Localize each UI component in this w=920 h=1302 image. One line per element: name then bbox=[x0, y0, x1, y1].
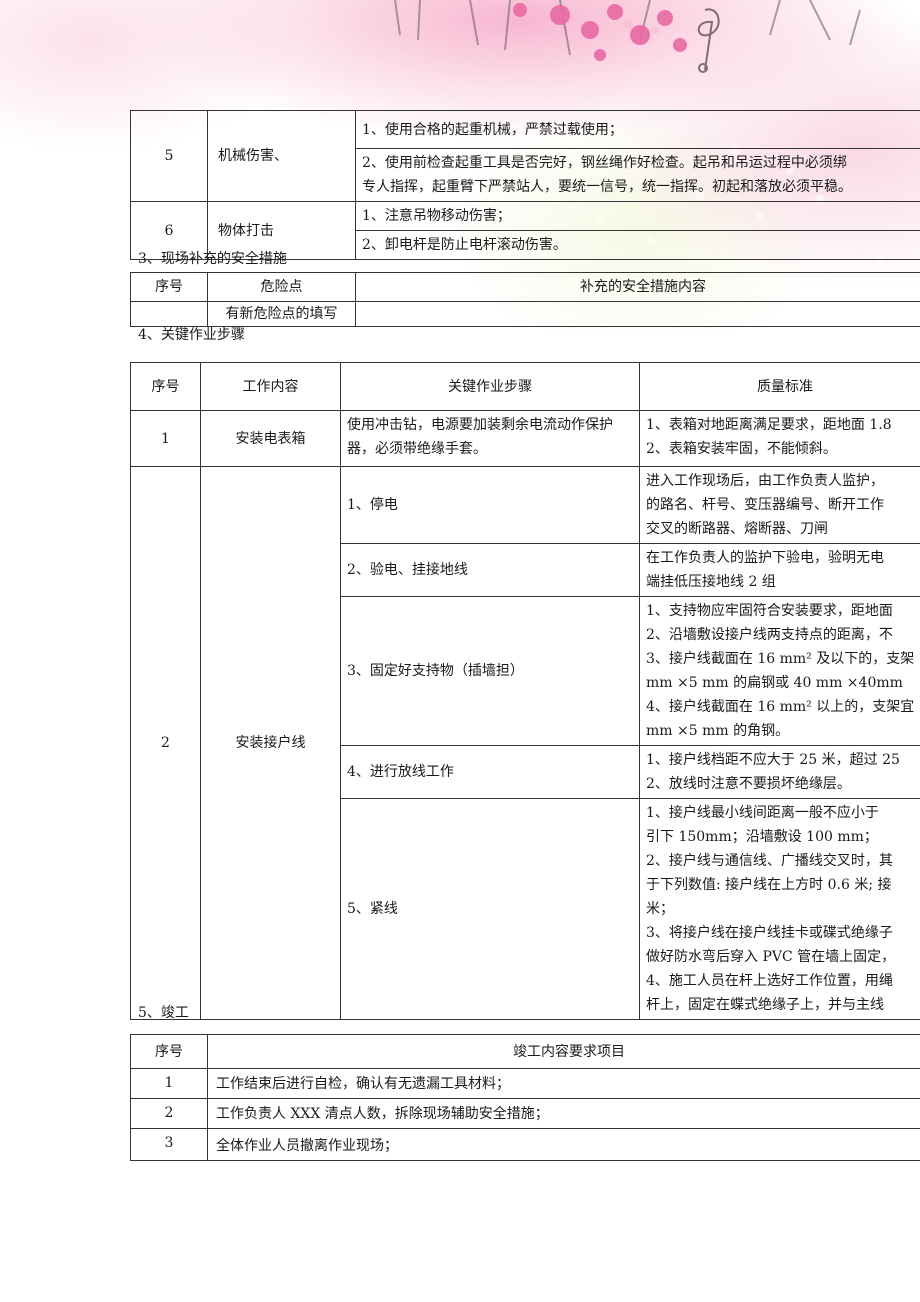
col-header-item: 竣工内容要求项目 bbox=[207, 1034, 920, 1069]
supplement-table: 序号 危险点 补充的安全措施内容 有新危险点的填写 bbox=[130, 272, 920, 327]
completion-item: 工作结束后进行自检，确认有无遗漏工具材料； bbox=[207, 1068, 920, 1099]
quality-line: 杆上，固定在蝶式绝缘子上，并与主线 bbox=[646, 997, 884, 1013]
supplement-no bbox=[130, 301, 208, 327]
hazard-table: 5 机械伤害、 1、使用合格的起重机械，严禁过载使用； 2、使用前检查起重工具是… bbox=[130, 110, 920, 260]
step-description: 3、固定好支持物（插墙担） bbox=[340, 596, 640, 746]
step-description: 5、紧线 bbox=[340, 798, 640, 1020]
quality-standard: 1、表箱对地距离满足要求，距地面 1.8 2、表箱安装牢固，不能倾斜。 bbox=[639, 410, 920, 467]
completion-no: 3 bbox=[130, 1128, 208, 1161]
quality-line: 进入工作现场后，由工作负责人监护， bbox=[646, 473, 884, 489]
quality-line: 1、接户线档距不应大于 25 米，超过 25 bbox=[646, 752, 900, 768]
hazard-measure: 2、使用前检查起重工具是否完好，钢丝绳作好检查。起吊和吊运过程中必须绑 专人指挥… bbox=[355, 148, 920, 202]
quality-standard: 1、接户线档距不应大于 25 米，超过 25 2、放线时注意不要损坏绝缘层。 bbox=[639, 745, 920, 799]
hazard-measure-line: 2、使用前检查起重工具是否完好，钢丝绳作好检查。起吊和吊运过程中必须绑 bbox=[362, 155, 847, 171]
supplement-content bbox=[355, 301, 920, 327]
col-header-hazard: 危险点 bbox=[207, 272, 356, 302]
step-description: 使用冲击钻，电源要加装剩余电流动作保护器，必须带绝缘手套。 bbox=[340, 410, 640, 467]
col-header-steps: 关键作业步骤 bbox=[340, 362, 640, 411]
col-header-no: 序号 bbox=[130, 272, 208, 302]
hazard-measure: 1、注意吊物移动伤害； bbox=[355, 201, 920, 231]
completion-table: 序号 竣工内容要求项目 1 工作结束后进行自检，确认有无遗漏工具材料； 2 工作… bbox=[130, 1034, 920, 1161]
quality-line: 1、支持物应牢固符合安装要求，距地面 bbox=[646, 603, 893, 619]
quality-line: 2、表箱安装牢固，不能倾斜。 bbox=[646, 441, 837, 457]
quality-line: 米； bbox=[646, 901, 674, 917]
hazard-measure: 2、卸电杆是防止电杆滚动伤害。 bbox=[355, 230, 920, 260]
quality-line: 端挂低压接地线 2 组 bbox=[646, 574, 776, 590]
quality-standard: 1、接户线最小线间距离一般不应小于 引下 150mm；沿墙敷设 100 mm； … bbox=[639, 798, 920, 1020]
hazard-row-name: 机械伤害、 bbox=[207, 110, 356, 202]
quality-line: 1、表箱对地距离满足要求，距地面 1.8 bbox=[646, 417, 892, 433]
step-row-work: 安装接户线 bbox=[200, 466, 341, 1020]
section4-title: 4、关键作业步骤 bbox=[138, 327, 245, 343]
hazard-measure-line: 专人指挥，起重臂下严禁站人，要统一信号，统一指挥。初起和落放必须平稳。 bbox=[362, 179, 852, 195]
hazard-measure: 1、使用合格的起重机械，严禁过载使用； bbox=[355, 110, 920, 149]
col-header-content: 补充的安全措施内容 bbox=[355, 272, 920, 302]
quality-line: 2、放线时注意不要损坏绝缘层。 bbox=[646, 776, 851, 792]
section5-title: 5、竣工 bbox=[138, 1005, 189, 1021]
col-header-no: 序号 bbox=[130, 362, 201, 411]
supplement-hazard: 有新危险点的填写 bbox=[207, 301, 356, 327]
quality-line: mm ×5 mm 的扁钢或 40 mm ×40mm bbox=[646, 675, 903, 691]
quality-standard: 1、支持物应牢固符合安装要求，距地面 2、沿墙敷设接户线两支持点的距离，不 3、… bbox=[639, 596, 920, 746]
step-row-no: 2 bbox=[130, 466, 201, 1020]
col-header-work: 工作内容 bbox=[200, 362, 341, 411]
key-steps-table: 序号 工作内容 关键作业步骤 质量标准 1 安装电表箱 使用冲击钻，电源要加装剩… bbox=[130, 362, 920, 1020]
quality-line: 1、接户线最小线间距离一般不应小于 bbox=[646, 805, 879, 821]
completion-item: 工作负责人 XXX 清点人数，拆除现场辅助安全措施； bbox=[207, 1098, 920, 1129]
col-header-no: 序号 bbox=[130, 1034, 208, 1069]
quality-line: 2、沿墙敷设接户线两支持点的距离，不 bbox=[646, 627, 893, 643]
quality-line: 4、接户线截面在 16 mm² 以上的，支架宜 bbox=[646, 699, 915, 715]
quality-line: 的路名、杆号、变压器编号、断开工作 bbox=[646, 497, 884, 513]
quality-line: 交叉的断路器、熔断器、刀闸 bbox=[646, 521, 828, 537]
completion-item: 全体作业人员撤离作业现场； bbox=[207, 1128, 920, 1161]
quality-line: 引下 150mm；沿墙敷设 100 mm； bbox=[646, 829, 878, 845]
quality-line: 3、将接户线在接户线挂卡或碟式绝缘子 bbox=[646, 925, 893, 941]
quality-line: 在工作负责人的监护下验电，验明无电 bbox=[646, 550, 884, 566]
quality-line: 于下列数值: 接户线在上方时 0.6 米; 接 bbox=[646, 877, 892, 893]
step-description: 2、验电、挂接地线 bbox=[340, 543, 640, 597]
quality-line: 4、施工人员在杆上选好工作位置，用绳 bbox=[646, 973, 893, 989]
quality-standard: 进入工作现场后，由工作负责人监护， 的路名、杆号、变压器编号、断开工作 交叉的断… bbox=[639, 466, 920, 544]
quality-line: mm ×5 mm 的角钢。 bbox=[646, 723, 790, 739]
completion-no: 1 bbox=[130, 1068, 208, 1099]
section3-title: 3、现场补充的安全措施 bbox=[138, 251, 287, 267]
quality-standard: 在工作负责人的监护下验电，验明无电 端挂低压接地线 2 组 bbox=[639, 543, 920, 597]
quality-line: 做好防水弯后穿入 PVC 管在墙上固定， bbox=[646, 949, 896, 965]
step-description: 4、进行放线工作 bbox=[340, 745, 640, 799]
step-row-no: 1 bbox=[130, 410, 201, 467]
quality-line: 2、接户线与通信线、广播线交叉时，其 bbox=[646, 853, 893, 869]
hazard-row-no: 5 bbox=[130, 110, 208, 202]
completion-no: 2 bbox=[130, 1098, 208, 1129]
col-header-quality: 质量标准 bbox=[639, 362, 920, 411]
step-row-work: 安装电表箱 bbox=[200, 410, 341, 467]
quality-line: 3、接户线截面在 16 mm² 及以下的，支架 bbox=[646, 651, 915, 667]
step-description: 1、停电 bbox=[340, 466, 640, 544]
